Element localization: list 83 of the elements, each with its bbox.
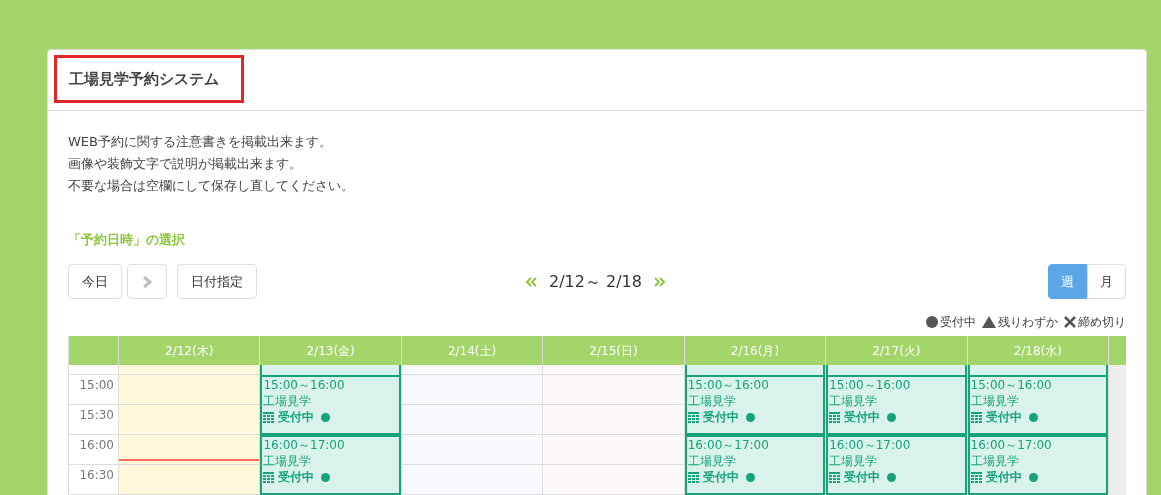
circle-icon <box>1028 472 1038 482</box>
event-title: 工場見学 <box>970 453 1020 469</box>
day-header: 2/14(土) <box>401 336 544 365</box>
today-button[interactable]: 今日 <box>68 264 122 299</box>
view-tab[interactable]: 月 <box>1087 264 1126 299</box>
circle-icon <box>1028 412 1038 422</box>
circle-icon <box>745 412 755 422</box>
day-header: 2/12(木) <box>119 336 261 365</box>
day-header: 2/18(水) <box>967 336 1109 365</box>
event-time: 16:00～17:00 <box>263 437 346 453</box>
event-status: 受付中 <box>278 409 315 425</box>
event-block[interactable]: 16:00～17:00 工場見学 受付中 <box>260 435 401 495</box>
event-time: 16:00～17:00 <box>687 437 770 453</box>
event-block[interactable]: 15:00～16:00 工場見学 受付中 <box>967 375 1108 435</box>
event-block[interactable]: 15:00～16:00 工場見学 受付中 <box>684 375 826 435</box>
calendar-icon <box>263 471 275 483</box>
calendar-icon <box>829 471 841 483</box>
triangle-icon <box>982 316 996 328</box>
day-header: 2/13(金) <box>260 336 402 365</box>
view-tab[interactable]: 週 <box>1048 264 1087 299</box>
circle-icon <box>926 316 938 328</box>
calendar-icon <box>263 411 275 423</box>
event-block[interactable]: 16:00～17:00 工場見学 受付中 <box>826 435 967 495</box>
event-title: 工場見学 <box>829 453 879 469</box>
legend-label: 受付中 <box>940 314 976 331</box>
event-time: 16:00～17:00 <box>970 437 1053 453</box>
event-block[interactable] <box>967 365 1108 375</box>
event-title: 工場見学 <box>970 393 1020 409</box>
event-time: 15:00～16:00 <box>263 377 346 393</box>
event-time: 15:00～16:00 <box>970 377 1053 393</box>
day-header: 2/15(日) <box>543 336 685 365</box>
cross-icon <box>1064 316 1076 328</box>
legend-label: 締め切り <box>1078 314 1126 331</box>
header-cell <box>1109 336 1126 365</box>
event-title: 工場見学 <box>687 393 737 409</box>
day-header: 2/16(月) <box>684 336 827 365</box>
event-block[interactable]: 16:00～17:00 工場見学 受付中 <box>684 435 826 495</box>
time-label: 15:30 <box>79 408 114 422</box>
calendar-icon <box>970 471 982 483</box>
notice-text: WEB予約に関する注意書きを掲載出来ます。 <box>68 133 333 151</box>
day-header: 2/17(火) <box>826 336 968 365</box>
event-title: 工場見学 <box>263 393 313 409</box>
date-range: 2/12～ 2/18 <box>549 270 642 293</box>
event-time: 15:00～16:00 <box>829 377 912 393</box>
circle-icon <box>321 472 331 482</box>
calendar-icon <box>970 411 982 423</box>
event-status: 受付中 <box>844 409 881 425</box>
calendar-icon <box>687 471 699 483</box>
event-block[interactable] <box>826 365 967 375</box>
event-status: 受付中 <box>702 469 739 485</box>
time-label: 16:30 <box>79 468 114 482</box>
event-status: 受付中 <box>985 469 1022 485</box>
event-time: 16:00～17:00 <box>829 437 912 453</box>
event-title: 工場見学 <box>263 453 313 469</box>
circle-icon <box>321 412 331 422</box>
event-block[interactable]: 15:00～16:00 工場見学 受付中 <box>826 375 967 435</box>
event-title: 工場見学 <box>687 453 737 469</box>
event-block[interactable]: 16:00～17:00 工場見学 受付中 <box>967 435 1108 495</box>
page-title: 工場見学予約システム <box>69 68 219 90</box>
chevron-right-icon <box>142 275 152 288</box>
date-picker-button[interactable]: 日付指定 <box>177 264 257 299</box>
notice-text: 画像や装飾文字で説明が掲載出来ます。 <box>68 155 303 173</box>
circle-icon <box>887 412 897 422</box>
calendar-icon <box>687 411 699 423</box>
event-status: 受付中 <box>985 409 1022 425</box>
next-week-button[interactable] <box>653 276 666 287</box>
time-label: 16:00 <box>79 438 114 452</box>
time-label: 15:00 <box>79 378 114 392</box>
event-status: 受付中 <box>278 469 315 485</box>
event-block[interactable]: 15:00～16:00 工場見学 受付中 <box>260 375 401 435</box>
event-title: 工場見学 <box>829 393 879 409</box>
event-status: 受付中 <box>844 469 881 485</box>
previous-week-button[interactable] <box>525 276 537 287</box>
event-status: 受付中 <box>702 409 739 425</box>
section-title: 「予約日時」の選択 <box>68 232 185 247</box>
calendar-icon <box>829 411 841 423</box>
legend-label: 残りわずか <box>998 314 1058 331</box>
circle-icon <box>887 472 897 482</box>
event-time: 15:00～16:00 <box>687 377 770 393</box>
event-block[interactable] <box>260 365 401 375</box>
notice-text: 不要な場合は空欄にして保存し直してください。 <box>68 177 355 195</box>
circle-icon <box>745 472 755 482</box>
event-block[interactable] <box>684 365 826 375</box>
